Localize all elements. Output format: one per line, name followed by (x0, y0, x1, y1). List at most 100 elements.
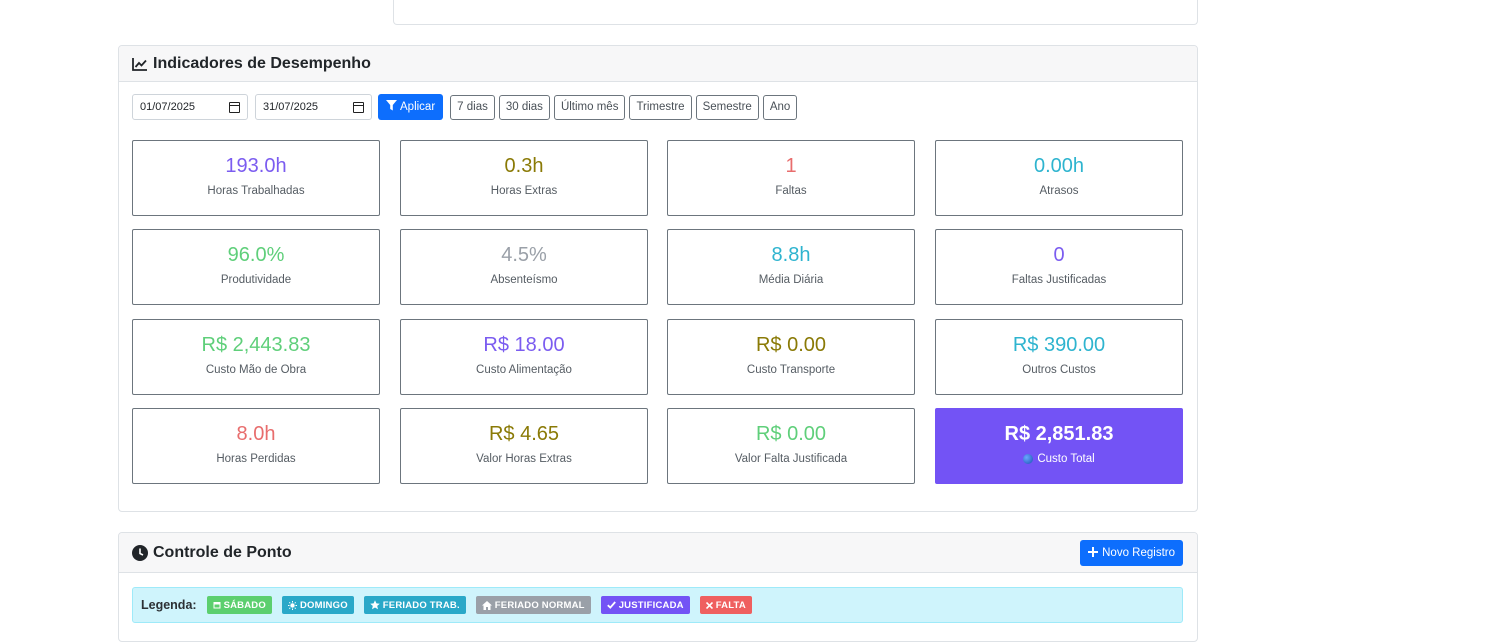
kpi-card: R$ 390.00 Outros Custos (935, 319, 1183, 395)
kpi-label: Custo Transporte (746, 364, 836, 376)
legend-badge-label: DOMINGO (299, 599, 348, 611)
legend-badge: DOMINGO (281, 596, 354, 614)
range-year-button[interactable]: Ano (762, 94, 798, 120)
legend-badge-label: SÁBADO (223, 599, 266, 611)
kpi-value: R$ 2,851.83 (1004, 423, 1114, 445)
sun-icon (287, 600, 297, 610)
legend-badge-label: FALTA (715, 599, 746, 611)
kpi-label: Valor Falta Justificada (734, 453, 848, 465)
time-tracking-title: Controle de Ponto (132, 544, 292, 562)
start-date-value: 01/07/2025 (140, 101, 196, 113)
apply-button[interactable]: Aplicar (378, 94, 444, 120)
kpi-value: 8.8h (771, 244, 811, 266)
new-record-label: Novo Registro (1102, 547, 1175, 559)
range-semester-button[interactable]: Semestre (695, 94, 759, 120)
kpi-card: 0 Faltas Justificadas (935, 229, 1183, 305)
plus-icon (1088, 546, 1099, 560)
chart-line-icon (132, 57, 148, 71)
kpi-label: Atrasos (1039, 185, 1079, 197)
kpi-label: Horas Perdidas (216, 453, 296, 465)
legend-bar: Legenda: SÁBADO DOMINGO FERIADO TRAB. FERIA… (132, 587, 1183, 623)
kpi-card: 0.3h Horas Extras (400, 140, 648, 216)
check-icon (606, 601, 616, 609)
kpi-label: Faltas (775, 185, 807, 197)
kpi-label: Média Diária (758, 274, 824, 286)
legend-badge: FALTA (699, 596, 752, 614)
legend-label: Legenda: (141, 598, 197, 612)
legend-badge-label: JUSTIFICADA (618, 599, 684, 611)
kpi-label: Faltas Justificadas (1011, 274, 1107, 286)
kpi-label: Outros Custos (1022, 364, 1096, 376)
time-tracking-title-text: Controle de Ponto (153, 543, 292, 561)
kpi-value: 193.0h (225, 155, 287, 177)
legend-badge: JUSTIFICADA (600, 596, 690, 614)
kpi-label-text: Custo Total (1037, 453, 1095, 465)
time-tracking-header: Controle de Ponto Novo Registro (119, 533, 1197, 573)
new-record-button[interactable]: Novo Registro (1080, 540, 1183, 566)
home-icon (481, 600, 492, 610)
x-icon (705, 601, 713, 609)
kpi-card: R$ 0.00 Custo Transporte (667, 319, 915, 395)
kpi-card: 1 Faltas (667, 140, 915, 216)
start-date-input[interactable]: 01/07/2025 (132, 94, 248, 120)
end-date-input[interactable]: 31/07/2025 (255, 94, 372, 120)
date-filters: 01/07/2025 31/07/2025 Aplicar 7 dias 30 … (132, 94, 798, 120)
legend-badge-label: FERIADO NORMAL (494, 599, 585, 611)
kpi-card: R$ 2,443.83 Custo Mão de Obra (132, 319, 380, 395)
kpi-label: Custo Alimentação (476, 364, 572, 376)
kpi-value: 0 (1053, 244, 1065, 266)
kpi-value: 8.0h (236, 423, 276, 445)
kpi-card: 193.0h Horas Trabalhadas (132, 140, 380, 216)
kpi-value: 0.3h (504, 155, 544, 177)
range-7-days-button[interactable]: 7 dias (450, 94, 495, 120)
performance-title-text: Indicadores de Desempenho (153, 54, 371, 72)
apply-button-label: Aplicar (400, 101, 436, 113)
kpi-value: 4.5% (501, 244, 547, 266)
calendar-icon[interactable] (229, 101, 240, 113)
calendar-icon (213, 601, 221, 609)
calendar-icon[interactable] (353, 101, 364, 113)
kpi-value: 0.00h (1033, 155, 1085, 177)
globe-icon (1023, 454, 1034, 464)
kpi-card: 8.8h Média Diária (667, 229, 915, 305)
legend-badge: SÁBADO (206, 596, 272, 614)
clock-icon (132, 544, 148, 561)
kpi-value: R$ 2,443.83 (201, 334, 311, 356)
kpi-label: Custo Total (936, 453, 1182, 465)
kpi-card: 8.0h Horas Perdidas (132, 408, 380, 484)
range-30-days-button[interactable]: 30 dias (498, 94, 550, 120)
star-icon (369, 600, 380, 610)
kpi-label: Custo Mão de Obra (205, 364, 307, 376)
kpi-value: R$ 0.00 (755, 334, 827, 356)
end-date-value: 31/07/2025 (263, 101, 319, 113)
performance-card: Indicadores de Desempenho 01/07/2025 31/… (118, 45, 1198, 512)
kpi-label: Produtividade (220, 274, 292, 286)
kpi-label: Horas Trabalhadas (207, 185, 305, 197)
performance-title: Indicadores de Desempenho (132, 55, 371, 73)
legend-badge: FERIADO NORMAL (475, 596, 591, 614)
kpi-value: R$ 390.00 (1012, 334, 1106, 356)
kpi-label: Horas Extras (490, 185, 558, 197)
kpi-card: 0.00h Atrasos (935, 140, 1183, 216)
kpi-card: R$ 4.65 Valor Horas Extras (400, 408, 648, 484)
kpi-card: R$ 0.00 Valor Falta Justificada (667, 408, 915, 484)
kpi-value: R$ 18.00 (483, 334, 565, 356)
kpi-card: 4.5% Absenteísmo (400, 229, 648, 305)
range-quarter-button[interactable]: Trimestre (629, 94, 692, 120)
kpi-card: R$ 18.00 Custo Alimentação (400, 319, 648, 395)
range-last-month-button[interactable]: Último mês (553, 94, 626, 120)
kpi-value: 96.0% (227, 244, 285, 266)
kpi-card: 96.0% Produtividade (132, 229, 380, 305)
previous-card-bottom (393, 0, 1198, 25)
kpi-value: R$ 4.65 (488, 423, 560, 445)
kpi-label: Absenteísmo (490, 274, 558, 286)
filter-icon (386, 100, 397, 114)
kpi-card: R$ 2,851.83 Custo Total (935, 408, 1183, 484)
kpi-value: R$ 0.00 (755, 423, 827, 445)
kpi-label: Valor Horas Extras (476, 453, 572, 465)
kpi-value: 1 (785, 155, 797, 177)
legend-badge: FERIADO TRAB. (363, 596, 466, 614)
time-tracking-card: Controle de Ponto Novo Registro Legenda:… (118, 532, 1198, 642)
legend-badge-label: FERIADO TRAB. (382, 599, 460, 611)
performance-header: Indicadores de Desempenho (119, 46, 1197, 82)
